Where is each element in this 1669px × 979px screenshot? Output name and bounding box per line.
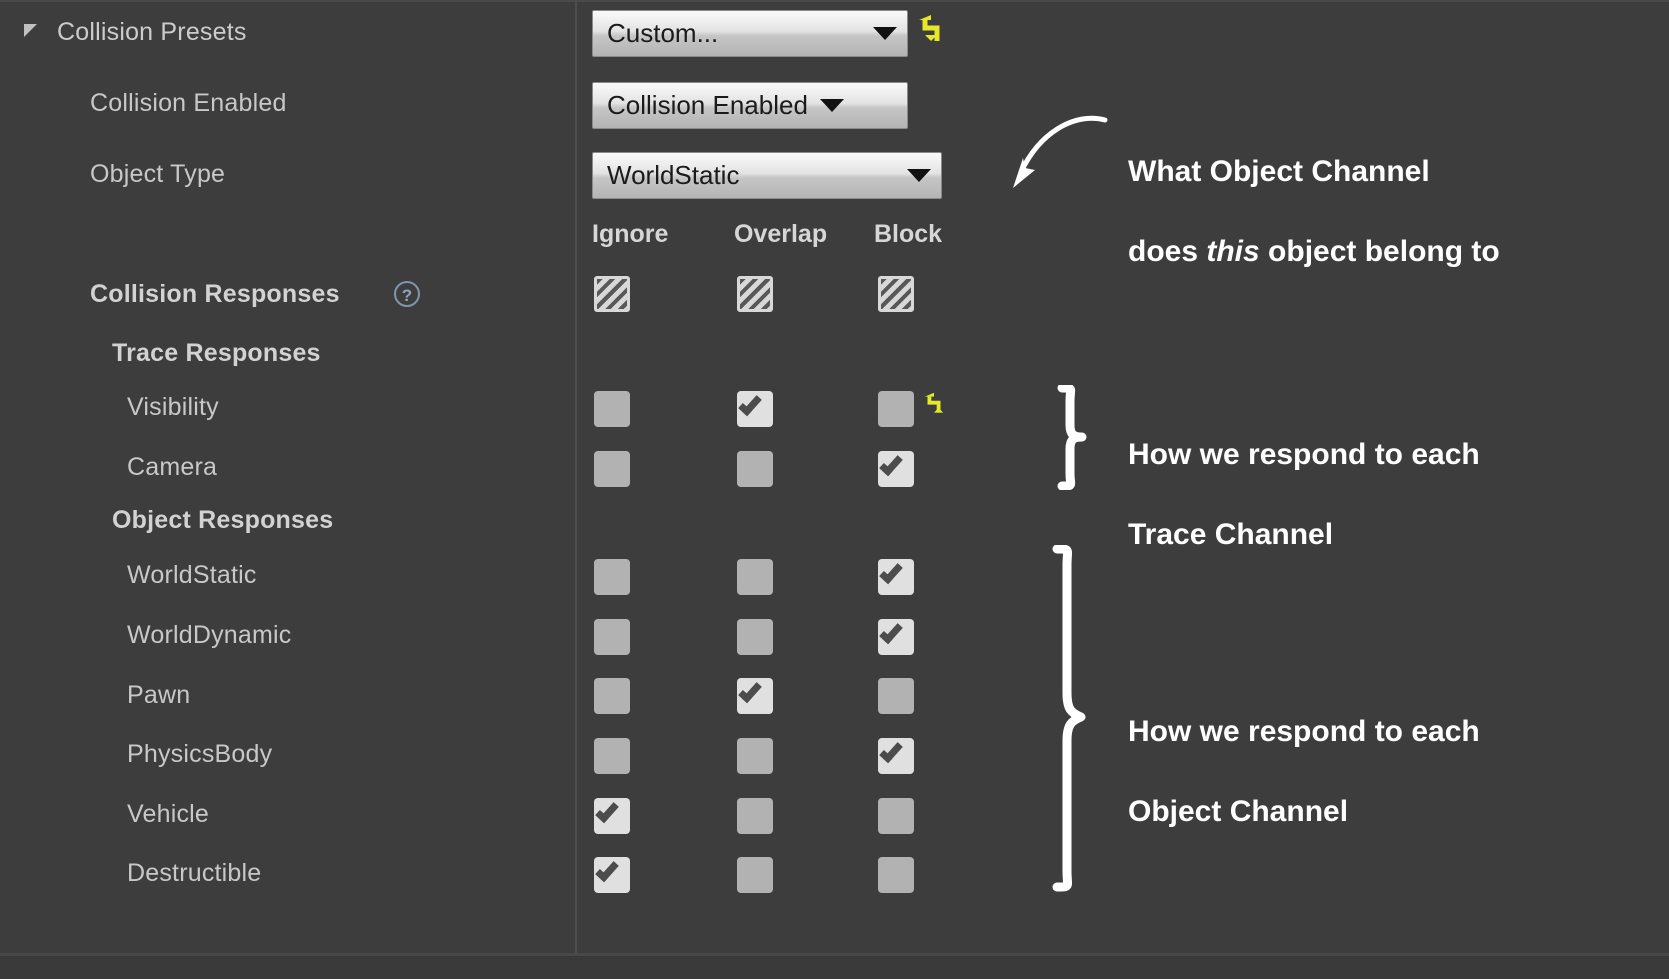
row-label-destructible: Destructible bbox=[127, 859, 262, 887]
question-mark-circle-icon[interactable]: ? bbox=[394, 281, 420, 307]
reset-arrow-icon[interactable] bbox=[916, 14, 946, 48]
group-label-trace-responses: Trace Responses bbox=[112, 339, 321, 367]
checkbox-worldstatic-block[interactable] bbox=[878, 559, 914, 595]
chevron-down-icon bbox=[907, 169, 931, 182]
annotation-object-channel-emphasis: this bbox=[1206, 235, 1260, 268]
checkbox-vehicle-overlap[interactable] bbox=[737, 798, 773, 834]
checkbox-destructible-ignore[interactable] bbox=[594, 857, 630, 893]
collision-enabled-dropdown[interactable]: Collision Enabled bbox=[592, 82, 908, 129]
annotation-object-channel-group-line1: How we respond to each bbox=[1128, 715, 1480, 748]
column-header-ignore: Ignore bbox=[592, 220, 669, 248]
checkbox-visibility-block[interactable] bbox=[878, 391, 914, 427]
checkbox-destructible-overlap[interactable] bbox=[737, 857, 773, 893]
annotation-object-channel-group-line2: Object Channel bbox=[1128, 795, 1349, 828]
chevron-down-icon bbox=[819, 99, 844, 112]
panel-top-edge bbox=[0, 0, 1669, 2]
annotation-brace-object-channel bbox=[1052, 545, 1086, 892]
checkbox-vehicle-ignore[interactable] bbox=[594, 798, 630, 834]
section-header-collision-presets[interactable]: Collision Presets bbox=[57, 18, 247, 47]
annotation-object-channel-group: How we respond to each Object Channel bbox=[1128, 672, 1480, 872]
annotation-brace-trace-channel bbox=[1057, 385, 1087, 490]
annotation-object-channel-line2-a: does bbox=[1128, 235, 1207, 268]
checkbox-worlddynamic-ignore[interactable] bbox=[594, 619, 630, 655]
annotation-trace-channel-line2: Trace Channel bbox=[1128, 518, 1334, 551]
group-label-object-responses: Object Responses bbox=[112, 506, 334, 534]
row-label-object-type: Object Type bbox=[90, 160, 226, 188]
checkbox-pawn-overlap[interactable] bbox=[737, 678, 773, 714]
row-label-collision-enabled: Collision Enabled bbox=[90, 89, 287, 117]
checkbox-visibility-ignore[interactable] bbox=[594, 391, 630, 427]
checkbox-worldstatic-overlap[interactable] bbox=[737, 559, 773, 595]
column-divider bbox=[575, 0, 577, 953]
reset-arrow-icon[interactable] bbox=[922, 392, 946, 418]
checkbox-collision-responses-block[interactable] bbox=[878, 276, 914, 312]
object-type-dropdown[interactable]: WorldStatic bbox=[592, 152, 942, 199]
checkbox-physicsbody-overlap[interactable] bbox=[737, 738, 773, 774]
checkbox-collision-responses-ignore[interactable] bbox=[594, 276, 630, 312]
row-label-camera: Camera bbox=[127, 453, 218, 481]
checkbox-destructible-block[interactable] bbox=[878, 857, 914, 893]
checkbox-physicsbody-block[interactable] bbox=[878, 738, 914, 774]
checkbox-physicsbody-ignore[interactable] bbox=[594, 738, 630, 774]
triangle-expanded-icon[interactable] bbox=[24, 24, 37, 37]
row-label-worlddynamic: WorldDynamic bbox=[127, 621, 292, 649]
checkbox-camera-ignore[interactable] bbox=[594, 451, 630, 487]
annotation-trace-channel: How we respond to each Trace Channel bbox=[1128, 395, 1480, 595]
annotation-object-channel-line2: does this object belong to bbox=[1128, 232, 1500, 272]
checkbox-pawn-block[interactable] bbox=[878, 678, 914, 714]
checkbox-worlddynamic-block[interactable] bbox=[878, 619, 914, 655]
annotation-object-channel-line1: What Object Channel bbox=[1128, 155, 1430, 188]
column-header-overlap: Overlap bbox=[734, 220, 828, 248]
annotation-arrow-object-channel bbox=[1013, 115, 1108, 188]
checkbox-collision-responses-overlap[interactable] bbox=[737, 276, 773, 312]
row-label-pawn: Pawn bbox=[127, 681, 191, 709]
collision-enabled-value: Collision Enabled bbox=[607, 90, 808, 120]
row-label-vehicle: Vehicle bbox=[127, 800, 210, 828]
checkbox-worlddynamic-overlap[interactable] bbox=[737, 619, 773, 655]
row-label-worldstatic: WorldStatic bbox=[127, 561, 257, 589]
row-label-physicsbody: PhysicsBody bbox=[127, 740, 273, 768]
annotation-object-channel: What Object Channel does this object bel… bbox=[1128, 112, 1500, 312]
checkbox-vehicle-block[interactable] bbox=[878, 798, 914, 834]
row-label-collision-responses: Collision Responses bbox=[90, 280, 340, 308]
column-header-block: Block bbox=[874, 220, 943, 248]
collision-settings-panel: Collision Presets Collision Enabled Obje… bbox=[0, 0, 1669, 979]
checkbox-camera-block[interactable] bbox=[878, 451, 914, 487]
collision-preset-dropdown[interactable]: Custom... bbox=[592, 10, 908, 57]
collision-preset-value: Custom... bbox=[607, 18, 719, 48]
annotation-trace-channel-line1: How we respond to each bbox=[1128, 438, 1480, 471]
chevron-down-icon bbox=[873, 27, 897, 40]
row-label-visibility: Visibility bbox=[127, 393, 219, 421]
object-type-value: WorldStatic bbox=[607, 160, 740, 190]
checkbox-worldstatic-ignore[interactable] bbox=[594, 559, 630, 595]
checkbox-camera-overlap[interactable] bbox=[737, 451, 773, 487]
panel-bottom-strip bbox=[0, 956, 1669, 979]
checkbox-pawn-ignore[interactable] bbox=[594, 678, 630, 714]
annotation-object-channel-line2-b: object belong to bbox=[1259, 235, 1500, 268]
checkbox-visibility-overlap[interactable] bbox=[737, 391, 773, 427]
